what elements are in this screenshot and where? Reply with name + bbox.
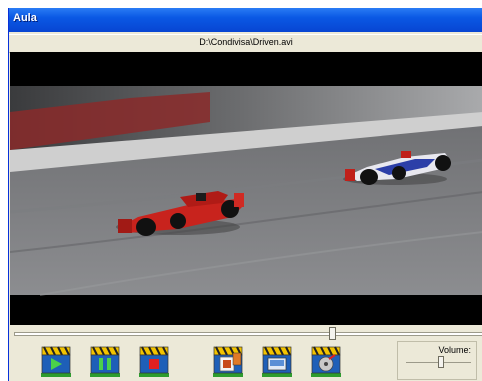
capture-frame-button[interactable] [211,343,245,379]
capture-frame-icon [213,346,243,377]
volume-panel: Volume: [397,341,477,380]
seek-track[interactable] [14,332,482,336]
fullscreen-icon [262,346,292,377]
play-button[interactable] [39,343,73,379]
stop-button[interactable] [137,343,171,379]
video-frame [10,52,482,325]
open-file-icon [311,346,341,377]
video-display[interactable] [10,52,482,325]
seek-slider[interactable] [14,327,482,341]
title-bar[interactable]: Aula [9,8,482,32]
window-title: Aula [13,12,37,24]
pause-icon [90,346,120,377]
open-file-button[interactable] [309,343,343,379]
control-toolbar [9,342,394,381]
pause-button[interactable] [88,343,122,379]
seek-thumb[interactable] [329,327,336,340]
volume-thumb[interactable] [438,356,444,368]
file-path-bar: D:\Condivisa\Driven.avi [9,34,482,53]
stop-icon [139,346,169,377]
file-path: D:\Condivisa\Driven.avi [199,37,293,47]
play-icon [41,346,71,377]
fullscreen-button[interactable] [260,343,294,379]
volume-label: Volume: [438,345,471,355]
player-window: Aula D:\Condivisa\Driven.avi Volume: [8,8,482,381]
